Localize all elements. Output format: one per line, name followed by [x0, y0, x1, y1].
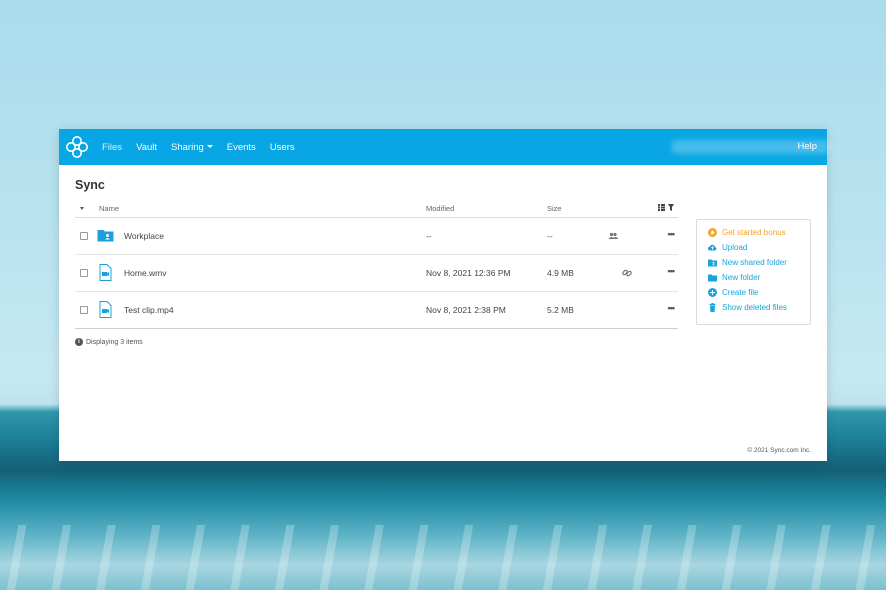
more-options-icon[interactable]: •••: [668, 229, 676, 239]
cloud-upload-icon: [708, 244, 717, 251]
table-row[interactable]: Test clip.mp4 Nov 8, 2021 2:38 PM 5.2 MB…: [75, 292, 678, 329]
help-link[interactable]: Help: [797, 141, 817, 152]
upload-link[interactable]: Upload: [708, 243, 747, 252]
nav-vault[interactable]: Vault: [136, 142, 157, 153]
new-shared-folder-link[interactable]: New shared folder: [708, 258, 787, 267]
file-modified: --: [426, 231, 432, 241]
row-checkbox[interactable]: [80, 269, 88, 277]
background-foam: [0, 525, 886, 590]
more-options-icon[interactable]: •••: [668, 303, 676, 313]
item-count: i Displaying 3 items: [75, 338, 143, 346]
header-name[interactable]: Name: [99, 204, 119, 213]
nav-sharing[interactable]: Sharing: [171, 142, 213, 153]
upload-label: Upload: [722, 243, 748, 252]
new-folder-label: New folder: [722, 273, 761, 282]
chevron-down-icon: [206, 145, 213, 149]
sync-logo-icon[interactable]: [66, 136, 88, 158]
table-row[interactable]: Home.wmv Nov 8, 2021 12:36 PM 4.9 MB •••: [75, 255, 678, 292]
file-modified: Nov 8, 2021 2:38 PM: [426, 305, 506, 315]
show-deleted-files-link[interactable]: Show deleted files: [708, 303, 787, 312]
video-file-icon: [99, 301, 112, 318]
nav-sharing-label: Sharing: [171, 141, 204, 153]
file-table: Name Modified Size Workplace -- -- ••• H…: [75, 199, 678, 329]
top-navigation-bar: Files Vault Sharing Events Users Help: [59, 129, 831, 165]
shared-folder-icon: [97, 230, 114, 242]
file-name[interactable]: Workplace: [124, 231, 164, 241]
file-name[interactable]: Test clip.mp4: [124, 305, 174, 315]
link-icon[interactable]: [621, 267, 633, 279]
nav-files[interactable]: Files: [102, 142, 122, 153]
table-header: Name Modified Size: [75, 199, 678, 218]
info-icon: i: [75, 338, 83, 346]
star-badge-icon: [708, 228, 717, 237]
create-file-link[interactable]: Create file: [708, 288, 758, 297]
file-size: --: [547, 231, 553, 241]
file-size: 4.9 MB: [547, 268, 574, 278]
more-options-icon[interactable]: •••: [668, 266, 676, 276]
get-started-bonus-label: Get started bonus: [722, 228, 786, 237]
new-shared-folder-label: New shared folder: [722, 258, 787, 267]
nav-events[interactable]: Events: [227, 142, 256, 153]
header-modified[interactable]: Modified: [426, 204, 454, 213]
people-icon[interactable]: [607, 230, 619, 242]
new-folder-link[interactable]: New folder: [708, 273, 760, 282]
row-checkbox[interactable]: [80, 306, 88, 314]
columns-filter-icon[interactable]: [658, 204, 675, 213]
page-title: Sync: [75, 178, 105, 192]
trash-icon: [709, 303, 716, 312]
get-started-bonus-link[interactable]: Get started bonus: [708, 228, 786, 237]
header-size[interactable]: Size: [547, 204, 562, 213]
app-window: Files Vault Sharing Events Users Help Sy…: [59, 129, 831, 461]
file-name[interactable]: Home.wmv: [124, 268, 167, 278]
video-file-icon: [99, 264, 112, 281]
nav-users[interactable]: Users: [270, 142, 295, 153]
copyright-text: © 2021 Sync.com Inc.: [747, 447, 811, 454]
item-count-text: Displaying 3 items: [86, 338, 143, 346]
table-row[interactable]: Workplace -- -- •••: [75, 218, 678, 255]
actions-panel: Get started bonus Upload New shared fold…: [696, 219, 811, 325]
row-checkbox[interactable]: [80, 232, 88, 240]
shared-folder-icon: [708, 259, 717, 267]
add-circle-icon: [708, 288, 717, 297]
file-size: 5.2 MB: [547, 305, 574, 315]
file-modified: Nov 8, 2021 12:36 PM: [426, 268, 511, 278]
show-deleted-files-label: Show deleted files: [722, 303, 787, 312]
folder-icon: [708, 274, 717, 282]
create-file-label: Create file: [722, 288, 759, 297]
sort-caret-icon[interactable]: [80, 207, 84, 210]
